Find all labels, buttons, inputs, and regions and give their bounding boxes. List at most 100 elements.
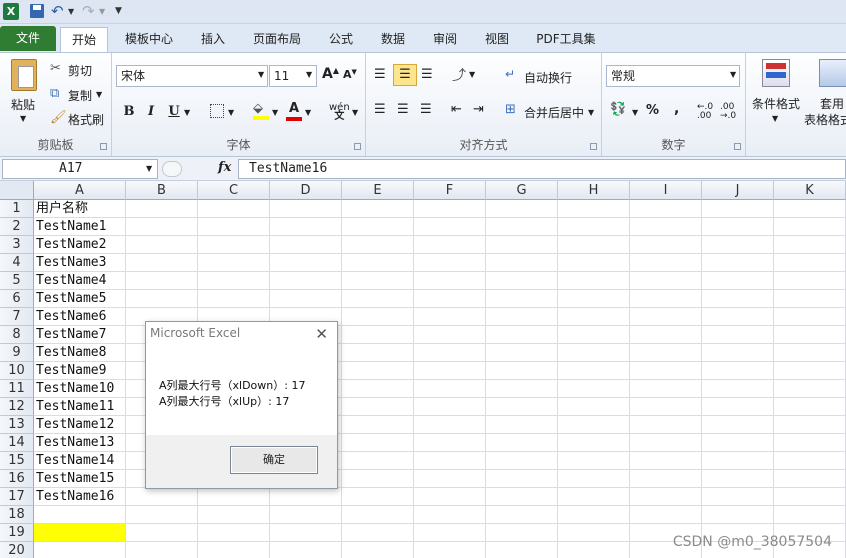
row-header-8[interactable]: 8 xyxy=(0,326,34,344)
copy-icon[interactable]: ⧉ xyxy=(50,86,59,101)
cell-a16[interactable]: TestName15 xyxy=(36,470,114,488)
cut-button[interactable]: 剪切 xyxy=(68,62,92,79)
conditional-formatting-button[interactable]: 条件格式 xyxy=(752,95,800,112)
row-header-4[interactable]: 4 xyxy=(0,254,34,272)
row-header-16[interactable]: 16 xyxy=(0,470,34,488)
column-header-h[interactable]: H xyxy=(558,181,630,200)
decrease-decimal-icon[interactable]: .00 →.0 xyxy=(720,103,736,121)
column-header-d[interactable]: D xyxy=(270,181,342,200)
close-icon[interactable]: ✕ xyxy=(315,325,328,343)
formula-input[interactable]: TestName16 xyxy=(238,159,846,179)
format-as-table-label-2[interactable]: 表格格式 xyxy=(804,111,846,128)
clipboard-dialog-launcher[interactable] xyxy=(100,143,107,150)
cut-icon[interactable]: ✂ xyxy=(50,61,61,76)
percent-button[interactable]: % xyxy=(646,103,659,118)
conditional-formatting-icon[interactable] xyxy=(762,59,790,87)
row-header-3[interactable]: 3 xyxy=(0,236,34,254)
tab-template-center[interactable]: 模板中心 xyxy=(118,27,180,52)
cell-a10[interactable]: TestName9 xyxy=(36,362,106,380)
align-bottom-icon[interactable]: ☰ xyxy=(421,67,433,82)
bold-button[interactable]: B xyxy=(120,102,138,122)
paste-button[interactable]: 粘贴 xyxy=(11,96,35,113)
align-top-icon[interactable]: ☰ xyxy=(374,67,386,82)
copy-button[interactable]: 复制 xyxy=(68,87,92,104)
ok-button[interactable]: 确定 xyxy=(230,446,318,474)
column-header-g[interactable]: G xyxy=(486,181,558,200)
wrap-text-button[interactable]: 自动换行 xyxy=(524,69,572,86)
underline-dropdown-icon[interactable]: ▼ xyxy=(184,108,190,117)
number-dialog-launcher[interactable] xyxy=(734,143,741,150)
fill-color-icon[interactable]: ⬙ xyxy=(253,102,269,122)
underline-button[interactable]: U xyxy=(165,102,183,122)
increase-indent-icon[interactable]: ⇥ xyxy=(473,102,484,117)
phonetic-guide-icon[interactable]: wén 文 xyxy=(329,103,350,122)
tab-file[interactable]: 文件 xyxy=(0,26,56,51)
number-format-select[interactable]: 常规 xyxy=(606,65,740,87)
row-header-14[interactable]: 14 xyxy=(0,434,34,452)
orientation-icon[interactable]: ⤴ xyxy=(452,65,466,85)
format-painter-button[interactable]: 格式刷 xyxy=(68,111,104,128)
cell-a9[interactable]: TestName8 xyxy=(36,344,106,362)
cell-a2[interactable]: TestName1 xyxy=(36,218,106,236)
fill-color-dropdown-icon[interactable]: ▼ xyxy=(272,108,278,117)
column-header-b[interactable]: B xyxy=(126,181,198,200)
row-header-15[interactable]: 15 xyxy=(0,452,34,470)
cell-a14[interactable]: TestName13 xyxy=(36,434,114,452)
increase-decimal-icon[interactable]: ←.0.00 xyxy=(697,103,713,121)
accounting-dropdown-icon[interactable]: ▼ xyxy=(632,108,638,117)
column-header-a[interactable]: A xyxy=(34,181,126,200)
row-header-5[interactable]: 5 xyxy=(0,272,34,290)
tab-view[interactable]: 视图 xyxy=(476,27,518,52)
tab-data[interactable]: 数据 xyxy=(372,27,414,52)
cell-a11[interactable]: TestName10 xyxy=(36,380,114,398)
cell-a8[interactable]: TestName7 xyxy=(36,326,106,344)
redo-dropdown-icon[interactable]: ▼ xyxy=(99,3,107,20)
highlighted-cell-a19[interactable] xyxy=(34,524,126,542)
format-as-table-icon[interactable] xyxy=(819,59,846,87)
tab-page-layout[interactable]: 页面布局 xyxy=(246,27,308,52)
phonetic-dropdown-icon[interactable]: ▼ xyxy=(352,108,358,117)
merge-center-button[interactable]: 合并后居中 xyxy=(524,104,584,121)
paste-icon[interactable] xyxy=(11,59,37,91)
tab-review[interactable]: 审阅 xyxy=(424,27,466,52)
row-header-2[interactable]: 2 xyxy=(0,218,34,236)
row-header-6[interactable]: 6 xyxy=(0,290,34,308)
cell-a15[interactable]: TestName14 xyxy=(36,452,114,470)
align-middle-icon[interactable]: ☰ xyxy=(393,64,417,86)
borders-icon[interactable] xyxy=(210,104,224,118)
column-header-c[interactable]: C xyxy=(198,181,270,200)
tab-pdf-tools[interactable]: PDF工具集 xyxy=(530,27,602,52)
redo-icon[interactable]: ↷ xyxy=(82,3,98,20)
font-size-dropdown-icon[interactable]: ▼ xyxy=(306,70,312,79)
cell-a3[interactable]: TestName2 xyxy=(36,236,106,254)
cell-a13[interactable]: TestName12 xyxy=(36,416,114,434)
save-icon[interactable] xyxy=(30,4,44,18)
cell-a1[interactable]: 用户名称 xyxy=(36,200,88,218)
column-header-e[interactable]: E xyxy=(342,181,414,200)
accounting-icon[interactable]: 💱 xyxy=(610,102,626,117)
customize-qat-icon[interactable]: ▼ xyxy=(115,3,125,20)
font-dialog-launcher[interactable] xyxy=(354,143,361,150)
paste-dropdown-icon[interactable]: ▼ xyxy=(20,114,26,123)
row-header-20[interactable]: 20 xyxy=(0,542,34,558)
row-header-9[interactable]: 9 xyxy=(0,344,34,362)
row-header-18[interactable]: 18 xyxy=(0,506,34,524)
cell-a5[interactable]: TestName4 xyxy=(36,272,106,290)
orientation-dropdown-icon[interactable]: ▼ xyxy=(469,70,475,79)
number-format-dropdown-icon[interactable]: ▼ xyxy=(730,70,736,79)
row-header-7[interactable]: 7 xyxy=(0,308,34,326)
formula-expand-handle[interactable] xyxy=(162,161,182,177)
font-name-select[interactable]: 宋体 xyxy=(116,65,268,87)
font-name-dropdown-icon[interactable]: ▼ xyxy=(258,70,264,79)
row-header-10[interactable]: 10 xyxy=(0,362,34,380)
tab-home[interactable]: 开始 xyxy=(60,27,108,52)
column-header-j[interactable]: J xyxy=(702,181,774,200)
merge-center-icon[interactable]: ⊞ xyxy=(505,102,516,117)
align-center-icon[interactable]: ☰ xyxy=(397,102,409,117)
cell-a4[interactable]: TestName3 xyxy=(36,254,106,272)
copy-dropdown-icon[interactable]: ▼ xyxy=(96,90,102,99)
name-box-dropdown-icon[interactable]: ▼ xyxy=(146,164,152,173)
cell-a6[interactable]: TestName5 xyxy=(36,290,106,308)
undo-dropdown-icon[interactable]: ▼ xyxy=(68,3,76,20)
row-header-11[interactable]: 11 xyxy=(0,380,34,398)
